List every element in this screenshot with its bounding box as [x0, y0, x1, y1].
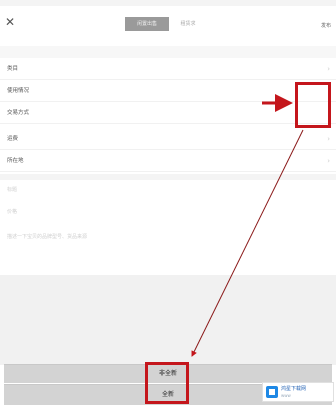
logo-icon [266, 386, 278, 398]
watermark-title: 鸿星下载网 [281, 386, 307, 392]
annotation-arrows [191, 94, 304, 357]
watermark-sub: www [281, 393, 291, 398]
watermark-logo: 鸿星下载网 www [262, 382, 334, 402]
arrow-diagonal-icon [191, 129, 304, 357]
